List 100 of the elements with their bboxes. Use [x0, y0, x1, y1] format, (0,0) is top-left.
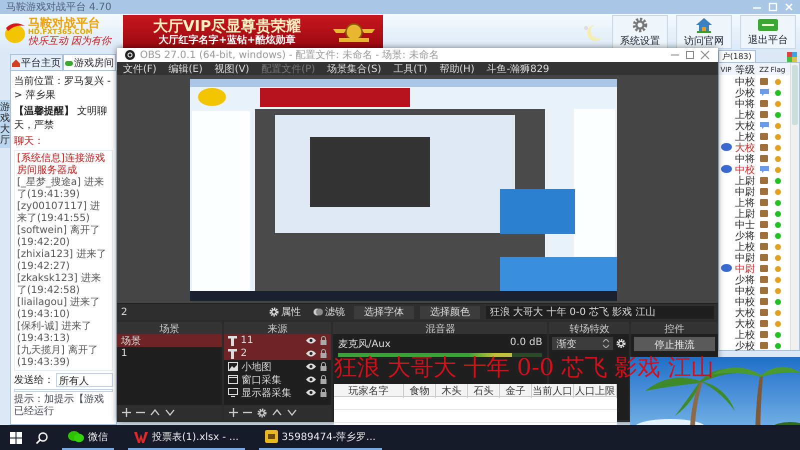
text-field[interactable]: 狂浪 大哥大 十年 0-0 芯飞 影戏 江山	[486, 306, 714, 318]
down-icon[interactable]	[286, 408, 297, 417]
chat-message: [_星梦_搜途a] 进来了(19:41:39)	[17, 177, 106, 200]
add-icon[interactable]	[122, 408, 131, 417]
user-rank[interactable]: 上校	[735, 108, 755, 122]
box-icon	[760, 220, 768, 228]
menu-item[interactable]: 帮助(H)	[439, 62, 475, 76]
user-rank[interactable]: 中校	[735, 295, 755, 309]
side-tab[interactable]: 游戏大厅	[0, 100, 10, 148]
box-icon	[760, 144, 768, 150]
user-rank[interactable]: 上尉	[735, 207, 755, 221]
user-rank[interactable]: 上校	[735, 240, 755, 254]
up-icon[interactable]	[150, 408, 160, 417]
settings-button[interactable]: 系统设置	[612, 15, 668, 49]
properties-button[interactable]: 属性	[266, 306, 304, 318]
box-icon	[760, 176, 768, 184]
source-name: 2	[121, 306, 128, 318]
taskbar-item[interactable]: 投票表(1).xlsx - ...	[128, 425, 245, 450]
eye-icon[interactable]	[306, 389, 316, 396]
user-list-tab[interactable]: 户(183)	[718, 50, 756, 62]
dock-title: 混音器	[333, 322, 548, 334]
column-header: 等级	[735, 64, 755, 76]
box-icon	[760, 276, 768, 282]
user-rank[interactable]: 大校	[735, 119, 755, 133]
lock-icon[interactable]	[320, 336, 328, 345]
user-rank[interactable]: 少校	[735, 339, 755, 353]
scene-item[interactable]: 场景	[117, 334, 222, 347]
user-rank[interactable]: 大校	[735, 317, 755, 331]
chat-message: [zy00107117] 进来了(19:41:55)	[17, 201, 102, 224]
color-button[interactable]: 选择颜色	[420, 306, 480, 318]
add-icon[interactable]	[228, 408, 238, 417]
scrollbar[interactable]	[790, 63, 799, 350]
source-item[interactable]: 2	[224, 347, 332, 360]
up-icon[interactable]	[272, 408, 282, 417]
user-rank[interactable]: 中尉	[735, 262, 755, 276]
exit-button[interactable]: 退出平台	[740, 15, 796, 49]
user-rank[interactable]: 中校	[735, 284, 755, 298]
dock-title: 转场特效	[549, 322, 630, 334]
website-button[interactable]: 访问官网	[676, 15, 732, 49]
source-item[interactable]: 显示器采集	[224, 386, 332, 399]
user-rank[interactable]: 中校	[735, 75, 755, 89]
column-header: 食物	[404, 384, 436, 398]
source-item[interactable]: 窗口采集	[224, 373, 332, 386]
menu-item[interactable]: 编辑(E)	[168, 62, 203, 76]
user-rank[interactable]: 中将	[735, 152, 755, 166]
exit-sign-icon	[757, 18, 779, 32]
dock-title: 控件	[631, 322, 718, 334]
user-rank[interactable]: 上校	[735, 328, 755, 342]
stop-streaming-button[interactable]: 停止推流	[634, 337, 715, 351]
chat-message: [系统信息]连接游戏房间服务器成	[17, 153, 106, 176]
menu-item[interactable]: 斗鱼-瀚狮829	[486, 62, 550, 76]
taskbar-item[interactable]: 35989474-萍乡罗...	[258, 425, 382, 450]
user-rank[interactable]: 大校	[735, 306, 755, 320]
menu-item[interactable]: 视图(V)	[214, 62, 250, 76]
user-rank[interactable]: 中士	[735, 218, 755, 232]
eye-icon[interactable]	[306, 337, 316, 344]
user-rank[interactable]: 中校	[735, 163, 755, 177]
recipient-field[interactable]: 所有人	[56, 373, 113, 387]
user-rank[interactable]: 大校	[735, 141, 755, 155]
user-rank[interactable]: 上将	[735, 196, 755, 210]
filters-button[interactable]: 滤镜	[310, 306, 348, 318]
banner-ad[interactable]: 大厅VIP尽显尊贵荣耀 大厅红字名字+蓝钻+酷炫勋章	[123, 15, 383, 49]
source-label: 窗口采集	[242, 374, 283, 386]
menu-item[interactable]: 场景集合(S)	[327, 62, 382, 76]
eye-icon[interactable]	[306, 350, 316, 357]
menu-item[interactable]: 文件(F)	[123, 62, 157, 76]
user-rank[interactable]: 中尉	[735, 251, 755, 265]
search-icon[interactable]	[36, 432, 48, 444]
windows-start-icon[interactable]	[10, 432, 22, 444]
user-rank[interactable]: 中将	[735, 97, 755, 111]
menu-item[interactable]: 工具(T)	[393, 62, 428, 76]
box-icon	[760, 100, 768, 106]
lock-icon[interactable]	[320, 362, 328, 371]
eye-icon[interactable]	[306, 363, 316, 370]
speech-bubble-icon	[760, 122, 768, 128]
scene-item[interactable]: 1	[117, 347, 222, 360]
font-button[interactable]: 选择字体	[354, 306, 414, 318]
user-rank[interactable]: 少校	[735, 86, 755, 100]
box-icon	[760, 308, 768, 316]
user-rank[interactable]: 少将	[735, 229, 755, 243]
user-rank[interactable]: 上尉	[735, 174, 755, 188]
down-icon[interactable]	[165, 408, 175, 417]
source-item[interactable]: 小地图	[224, 360, 332, 373]
house-icon	[695, 16, 713, 32]
lock-icon[interactable]	[320, 349, 328, 358]
tab[interactable]: 游戏房间	[63, 54, 116, 70]
close-icon[interactable]	[700, 50, 710, 60]
user-rank[interactable]: 中尉	[735, 185, 755, 199]
lock-icon[interactable]	[320, 375, 328, 384]
maximize-icon[interactable]	[685, 50, 695, 60]
lock-icon[interactable]	[320, 388, 328, 397]
tab[interactable]: 平台主页	[10, 54, 63, 70]
message-input[interactable]	[14, 389, 113, 392]
user-rank[interactable]: 少将	[735, 273, 755, 287]
gear-icon	[269, 307, 279, 317]
transition-select[interactable]: 渐变	[552, 337, 614, 350]
eye-icon[interactable]	[306, 376, 316, 383]
user-rank[interactable]: 上校	[735, 130, 755, 144]
taskbar-item[interactable]: 微信	[62, 425, 114, 450]
source-item[interactable]: 11	[224, 334, 332, 347]
